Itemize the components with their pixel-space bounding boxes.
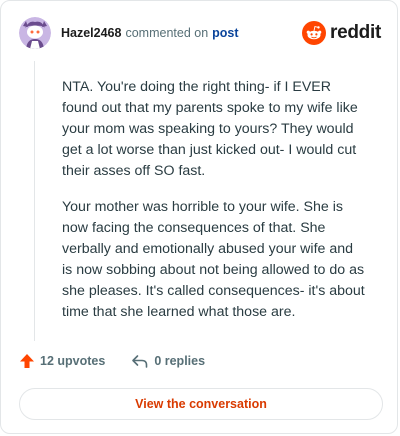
post-link[interactable]: post [212, 26, 238, 40]
comment-header: Hazel2468 commented on post reddit [19, 17, 381, 49]
comment-body: NTA. You're doing the right thing- if I … [62, 77, 366, 338]
reddit-wordmark: reddit [330, 22, 381, 43]
avatar[interactable] [19, 17, 51, 49]
upvote-arrow-icon [20, 354, 34, 368]
view-conversation-button[interactable]: View the conversation [19, 388, 383, 420]
reply-button[interactable]: 0 replies [131, 353, 205, 369]
comment-paragraph: Your mother was horrible to your wife. S… [62, 199, 365, 320]
comment-paragraph: NTA. You're doing the right thing- if I … [62, 79, 358, 179]
reply-arrow-icon [132, 355, 148, 368]
comment-meta: Hazel2468 commented on post [61, 26, 239, 40]
commented-on-text: commented on [125, 26, 209, 40]
upvote-count: 12 upvotes [40, 354, 106, 368]
upvote-button[interactable]: 12 upvotes [19, 353, 105, 369]
comment-actions: 12 upvotes 0 replies [19, 353, 205, 369]
snoo-avatar-icon [19, 17, 51, 49]
thread-line [34, 61, 35, 341]
username[interactable]: Hazel2468 [61, 26, 121, 40]
reddit-brand[interactable]: reddit [302, 21, 381, 45]
reply-count: 0 replies [154, 354, 206, 368]
comment-card: Hazel2468 commented on post reddit NTA. … [0, 0, 398, 434]
view-conversation-label: View the conversation [135, 397, 267, 411]
reddit-logo-icon [302, 21, 327, 45]
